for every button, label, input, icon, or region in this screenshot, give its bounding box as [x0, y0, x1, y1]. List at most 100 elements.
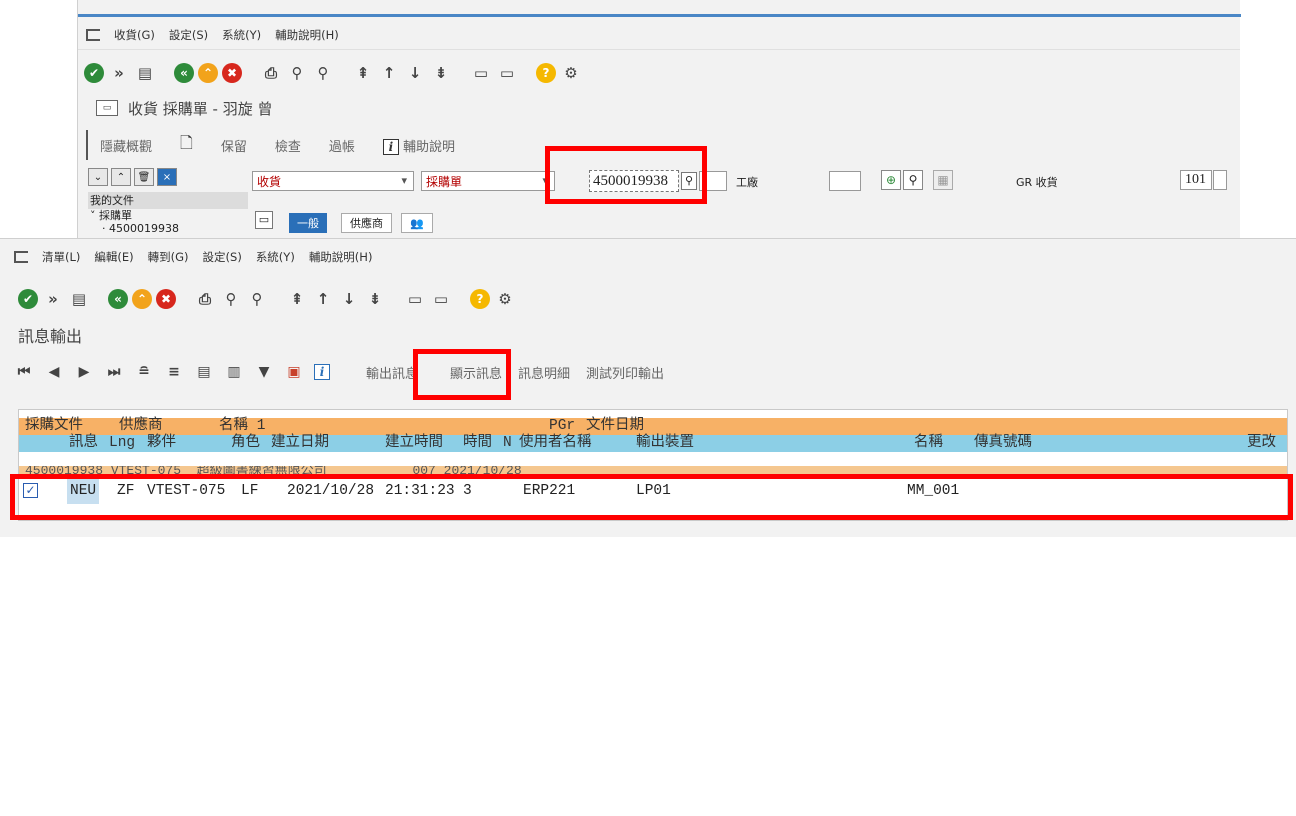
exit-icon[interactable]: ⌃: [198, 63, 218, 83]
shortcut-icon[interactable]: ▭: [430, 288, 452, 310]
find-next-icon[interactable]: ⚲: [246, 288, 268, 310]
menu-icon[interactable]: [14, 251, 28, 263]
message-type: NEU: [67, 478, 100, 504]
previous-page-icon[interactable]: ↑: [378, 62, 400, 84]
shortcut-icon[interactable]: ▭: [496, 62, 518, 84]
goods-receipt-window: 收貨(G) 設定(S) 系統(Y) 輔助說明(H) ✔ » ▤ « ⌃ ✖ ⎙ …: [77, 0, 1241, 238]
filter-icon[interactable]: ▼: [254, 364, 274, 380]
menu-goods-receipt[interactable]: 收貨(G): [114, 27, 155, 43]
message-output-window: 清單(L) 編輯(E) 轉到(G) 設定(S) 系統(Y) 輔助說明(H) ✔ …: [0, 238, 1296, 537]
next-record-icon[interactable]: ▶: [74, 364, 94, 380]
hide-overview-button[interactable]: 隱藏概觀: [100, 136, 152, 155]
last-record-icon[interactable]: ⏭: [104, 364, 124, 380]
user-name: ERP221: [523, 483, 576, 499]
layout-icon[interactable]: ▭: [255, 211, 273, 229]
layout-icon[interactable]: ▣: [284, 364, 304, 380]
application-toolbar: 隱藏概觀 🗋 保留 檢查 過帳 i 輔助說明: [86, 130, 455, 160]
sort-ascending-icon[interactable]: ≘: [134, 364, 154, 380]
sort-descending-icon[interactable]: ≡: [164, 364, 184, 380]
binoculars-icon[interactable]: ⚲: [903, 170, 923, 190]
partner: VTEST-075: [147, 483, 226, 499]
help-icon[interactable]: ?: [470, 289, 490, 309]
select-all-icon[interactable]: ▤: [194, 364, 214, 380]
po-number-input[interactable]: 4500019938: [589, 170, 679, 192]
partners-tab-icon[interactable]: 👥: [401, 213, 433, 233]
menu-icon[interactable]: [86, 28, 100, 41]
calculator-icon[interactable]: ▦: [933, 170, 953, 190]
double-chevron-icon[interactable]: »: [42, 288, 64, 310]
menu-goto[interactable]: 轉到(G): [148, 249, 189, 265]
back-icon[interactable]: «: [108, 289, 128, 309]
find-icon[interactable]: ⚲: [220, 288, 242, 310]
menu-help[interactable]: 輔助說明(H): [309, 249, 373, 265]
enter-icon[interactable]: ✔: [84, 63, 104, 83]
close-tree-icon[interactable]: ×: [157, 168, 177, 186]
po-extra-field[interactable]: [699, 171, 727, 191]
reference-select[interactable]: 採購單 ▾: [421, 171, 555, 191]
test-print-button[interactable]: 測試列印輸出: [586, 363, 664, 382]
menu-system[interactable]: 系統(Y): [222, 27, 261, 43]
first-page-icon[interactable]: ⇞: [352, 62, 374, 84]
new-document-icon[interactable]: 🗋: [180, 132, 193, 159]
help-button[interactable]: i 輔助說明: [382, 136, 455, 155]
new-session-icon[interactable]: ▭: [470, 62, 492, 84]
display-message-button[interactable]: 顯示訊息: [450, 363, 502, 382]
tab-vendor[interactable]: 供應商: [341, 213, 392, 233]
find-next-icon[interactable]: ⚲: [312, 62, 334, 84]
info-icon[interactable]: i: [314, 364, 334, 380]
check-button[interactable]: 檢查: [275, 136, 301, 155]
cancel-icon[interactable]: ✖: [222, 63, 242, 83]
collapse-all-icon[interactable]: ⌃: [111, 168, 131, 186]
plant-input[interactable]: [829, 171, 861, 191]
help-icon[interactable]: ?: [536, 63, 556, 83]
previous-record-icon[interactable]: ◀: [44, 364, 64, 380]
menu-help[interactable]: 輔助說明(H): [275, 27, 339, 43]
last-page-icon[interactable]: ⇟: [364, 288, 386, 310]
first-record-icon[interactable]: ⏮: [14, 364, 34, 380]
movement-type-extra[interactable]: [1213, 170, 1227, 190]
next-page-icon[interactable]: ↓: [404, 62, 426, 84]
first-page-icon[interactable]: ⇞: [286, 288, 308, 310]
delete-icon[interactable]: 🗑: [134, 168, 154, 186]
back-icon[interactable]: «: [174, 63, 194, 83]
tab-general[interactable]: 一般: [289, 213, 327, 233]
find-icon[interactable]: ⚲: [286, 62, 308, 84]
transaction-select[interactable]: 收貨 ▾: [252, 171, 414, 191]
last-page-icon[interactable]: ⇟: [430, 62, 452, 84]
message-details-button[interactable]: 訊息明細: [518, 363, 570, 382]
hold-button[interactable]: 保留: [221, 136, 247, 155]
tree-leaf[interactable]: · 4500019938: [88, 222, 248, 235]
previous-page-icon[interactable]: ↑: [312, 288, 334, 310]
search-help-icon[interactable]: ⚲: [681, 172, 697, 190]
expand-all-icon[interactable]: ⌄: [88, 168, 108, 186]
print-icon[interactable]: ⎙: [194, 288, 216, 310]
menu-edit[interactable]: 編輯(E): [94, 249, 133, 265]
enter-icon[interactable]: ✔: [18, 289, 38, 309]
menu-system[interactable]: 系統(Y): [256, 249, 295, 265]
exit-icon[interactable]: ⌃: [132, 289, 152, 309]
settings-gear-icon[interactable]: ⚙: [560, 62, 582, 84]
menu-list[interactable]: 清單(L): [42, 249, 80, 265]
deselect-all-icon[interactable]: ▥: [224, 364, 244, 380]
menu-settings[interactable]: 設定(S): [169, 27, 208, 43]
screen-menu-icon[interactable]: ▭: [96, 100, 118, 116]
tree-node[interactable]: ˅ 採購單: [88, 209, 248, 222]
menu-settings[interactable]: 設定(S): [203, 249, 242, 265]
cancel-icon[interactable]: ✖: [156, 289, 176, 309]
tree-root[interactable]: 我的文件: [88, 192, 248, 209]
movement-type-input[interactable]: 101: [1180, 170, 1212, 190]
output-message-button[interactable]: 輸出訊息: [366, 363, 418, 382]
next-page-icon[interactable]: ↓: [338, 288, 360, 310]
save-icon[interactable]: ▤: [134, 62, 156, 84]
post-button[interactable]: 過帳: [329, 136, 355, 155]
execute-icon[interactable]: ⊕: [881, 170, 901, 190]
settings-gear-icon[interactable]: ⚙: [494, 288, 516, 310]
table-row[interactable]: ✓ NEU ZF VTEST-075 LF 2021/10/28 21:31:2…: [19, 478, 1287, 504]
print-icon[interactable]: ⎙: [260, 62, 282, 84]
info-icon: i: [382, 138, 399, 155]
row-checkbox[interactable]: ✓: [23, 483, 38, 498]
double-chevron-icon[interactable]: »: [108, 62, 130, 84]
created-date: 2021/10/28: [287, 483, 375, 499]
new-session-icon[interactable]: ▭: [404, 288, 426, 310]
save-icon[interactable]: ▤: [68, 288, 90, 310]
